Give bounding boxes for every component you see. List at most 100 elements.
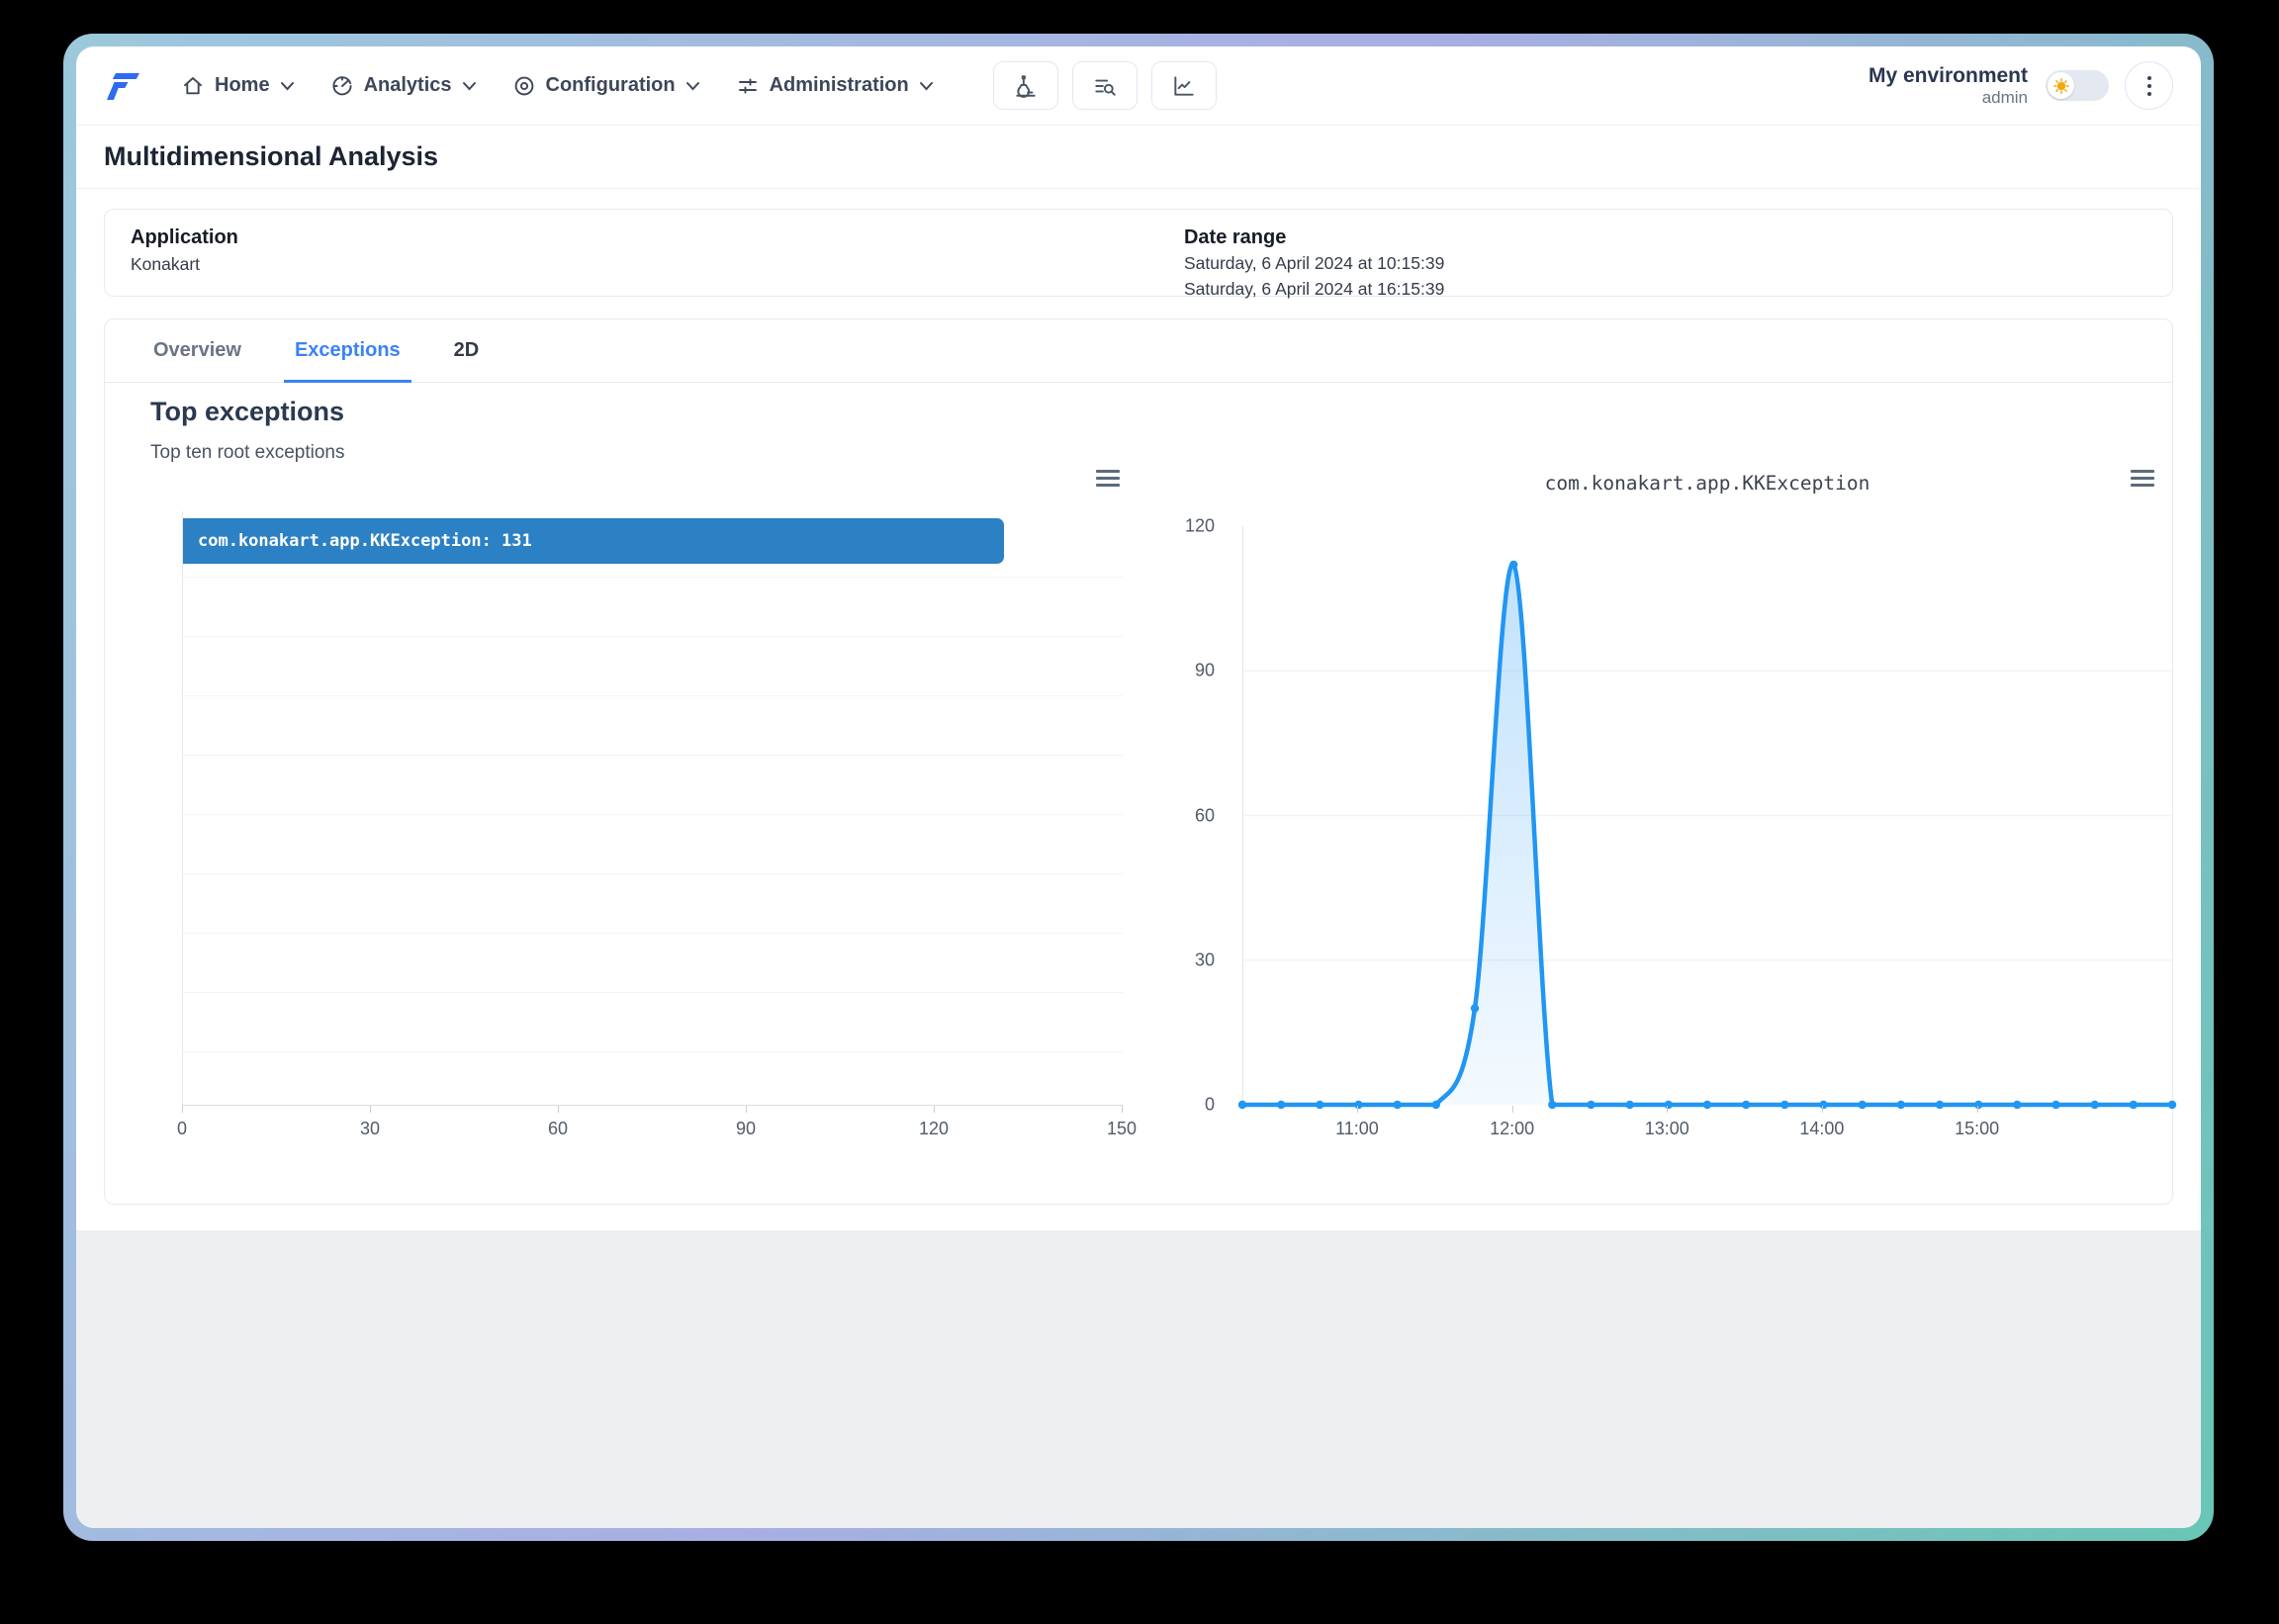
tab-bar: Overview Exceptions 2D <box>105 319 2172 383</box>
charts-area: Top exceptions Top ten root exceptions c… <box>105 383 2177 1204</box>
nav-item-label: Home <box>215 74 270 96</box>
date-range-label: Date range <box>1183 226 1287 248</box>
axis-tick-label: 0 <box>176 1119 188 1138</box>
axis-tick <box>1667 1106 1669 1113</box>
y-axis-tick-label: 120 <box>1184 515 1215 536</box>
axis-tick-label: 14:00 <box>1799 1119 1845 1138</box>
nav-item-label: Administration <box>769 74 909 96</box>
axis-tick <box>558 1106 559 1113</box>
axis-tick <box>182 1106 183 1113</box>
date-from: Saturday, 6 April 2024 at 10:15:39 <box>1183 253 1445 273</box>
axis-tick <box>1122 1106 1123 1113</box>
list-search-icon <box>1095 79 1116 96</box>
top-exceptions-bar-chart: com.konakart.app.KKException: 131 <box>182 511 1123 1106</box>
app-logo-icon <box>104 69 141 103</box>
nav-item-label: Configuration <box>545 74 676 96</box>
axis-tick-label: 11:00 <box>1335 1119 1379 1138</box>
axis-tick <box>1821 1106 1823 1113</box>
line-chart-x-axis: 11:00 12:00 13:00 14:00 15:00 <box>1242 1106 2172 1149</box>
chart-line-button[interactable] <box>1150 61 1217 110</box>
axis-tick <box>1356 1106 1358 1113</box>
line-chart-title: com.konakart.app.KKException <box>1544 472 1870 495</box>
y-axis-tick-label: 90 <box>1194 660 1215 680</box>
axis-tick-label: 60 <box>547 1119 569 1138</box>
axis-tick-label: 15:00 <box>1955 1119 2000 1138</box>
bar-chart-row <box>183 874 1123 934</box>
app-window: Home Analytics Configuration Administrat… <box>76 46 2201 1528</box>
page-title: Multidimensional Analysis <box>104 141 439 171</box>
desktop-background: Home Analytics Configuration Administrat… <box>0 0 2279 1624</box>
kebab-icon <box>2146 75 2151 80</box>
axis-tick-label: 120 <box>918 1119 950 1138</box>
analytics-icon <box>332 75 352 95</box>
analysis-card: Overview Exceptions 2D Top exceptions To… <box>104 318 2177 1205</box>
tab-2d[interactable]: 2D <box>427 319 506 382</box>
bar-chart-row <box>183 934 1123 993</box>
tab-exceptions[interactable]: Exceptions <box>268 319 427 383</box>
axis-tick <box>934 1106 935 1113</box>
date-range-filter: Date range Saturday, 6 April 2024 at 10:… <box>1184 226 1444 301</box>
axis-tick-label: 13:00 <box>1644 1119 1689 1138</box>
line-chart-y-axis: 0 30 60 90 120 <box>1173 516 1229 1115</box>
home-icon <box>184 76 202 94</box>
application-value: Konakart <box>131 254 201 274</box>
environment-info: My environment admin <box>1869 64 2028 108</box>
tab-overview[interactable]: Overview <box>127 319 268 382</box>
theme-toggle[interactable] <box>2046 70 2109 101</box>
axis-tick-label: 12:00 <box>1490 1119 1535 1138</box>
list-search-button[interactable] <box>1071 61 1138 110</box>
environment-name: My environment <box>1868 63 2028 87</box>
nav-tool-buttons <box>992 61 1217 110</box>
bar-chart-row <box>183 815 1123 874</box>
axis-tick-label: 90 <box>735 1119 757 1138</box>
microscope-button[interactable] <box>992 61 1058 110</box>
more-options-button[interactable] <box>2125 61 2173 110</box>
theme-toggle-thumb <box>2048 72 2074 99</box>
nav-item-configuration[interactable]: Configuration <box>512 74 700 98</box>
axis-tick <box>1511 1106 1513 1113</box>
administration-icon <box>738 77 757 94</box>
bar-chart-row: com.konakart.app.KKException: 131 <box>183 518 1123 578</box>
nav-item-label: Analytics <box>363 74 452 96</box>
exception-bar[interactable]: com.konakart.app.KKException: 131 <box>183 518 1004 564</box>
y-axis-tick-label: 60 <box>1194 805 1215 825</box>
section-title: Top exceptions <box>150 397 345 426</box>
bar-chart-row <box>183 1052 1123 1112</box>
bar-chart-row <box>183 993 1123 1052</box>
axis-tick-label: 150 <box>1106 1119 1138 1138</box>
chevron-down-icon <box>919 81 933 90</box>
sun-icon <box>2052 77 2069 94</box>
axis-tick <box>746 1106 747 1113</box>
exception-bar-label: com.konakart.app.KKException: 131 <box>198 531 532 551</box>
content-filler <box>76 1230 2201 1528</box>
y-axis-tick-label: 30 <box>1194 949 1215 970</box>
bar-chart-row <box>183 756 1123 815</box>
nav-item-administration[interactable]: Administration <box>736 74 934 98</box>
bar-chart-row <box>183 637 1123 696</box>
y-axis-tick-label: 0 <box>1204 1094 1215 1115</box>
top-nav: Home Analytics Configuration Administrat… <box>76 46 2201 126</box>
exception-line-chart <box>1237 526 2177 1110</box>
environment-user: admin <box>1981 87 2028 107</box>
axis-tick-label: 30 <box>359 1119 381 1138</box>
date-to: Saturday, 6 April 2024 at 16:15:39 <box>1183 278 1445 299</box>
chevron-down-icon <box>280 81 294 90</box>
chevron-down-icon <box>685 81 699 90</box>
application-filter: Application Konakart <box>131 226 2146 275</box>
microscope-icon <box>1016 74 1036 98</box>
bar-chart-menu-icon[interactable] <box>1096 466 1120 491</box>
page-title-row: Multidimensional Analysis <box>76 126 2201 189</box>
filters-card: Application Konakart Date range Saturday… <box>104 209 2173 299</box>
nav-item-home[interactable]: Home <box>181 74 295 98</box>
application-label: Application <box>131 226 238 248</box>
axis-tick <box>370 1106 371 1113</box>
configuration-icon <box>514 76 533 95</box>
chart-line-icon <box>1174 75 1194 96</box>
bar-chart-row <box>183 578 1123 637</box>
bar-chart-row <box>183 696 1123 756</box>
nav-item-analytics[interactable]: Analytics <box>330 74 477 98</box>
bar-chart-x-axis: 0 30 60 90 120 150 <box>177 1106 1137 1149</box>
axis-tick <box>1976 1106 1978 1113</box>
app-window-frame: Home Analytics Configuration Administrat… <box>63 34 2214 1541</box>
chevron-down-icon <box>462 81 476 90</box>
